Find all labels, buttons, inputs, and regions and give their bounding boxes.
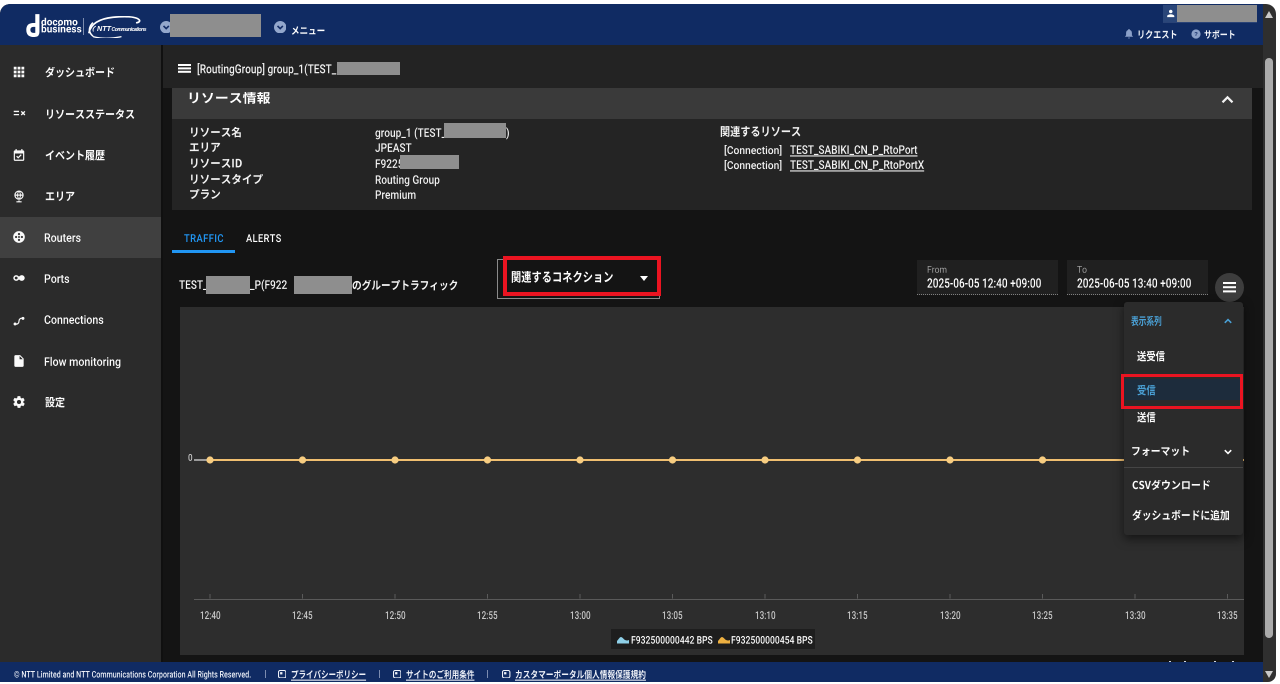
svg-text:Communications: Communications <box>112 27 147 33</box>
svg-text:?: ? <box>1194 32 1198 38</box>
svg-text:NTT: NTT <box>97 24 112 33</box>
